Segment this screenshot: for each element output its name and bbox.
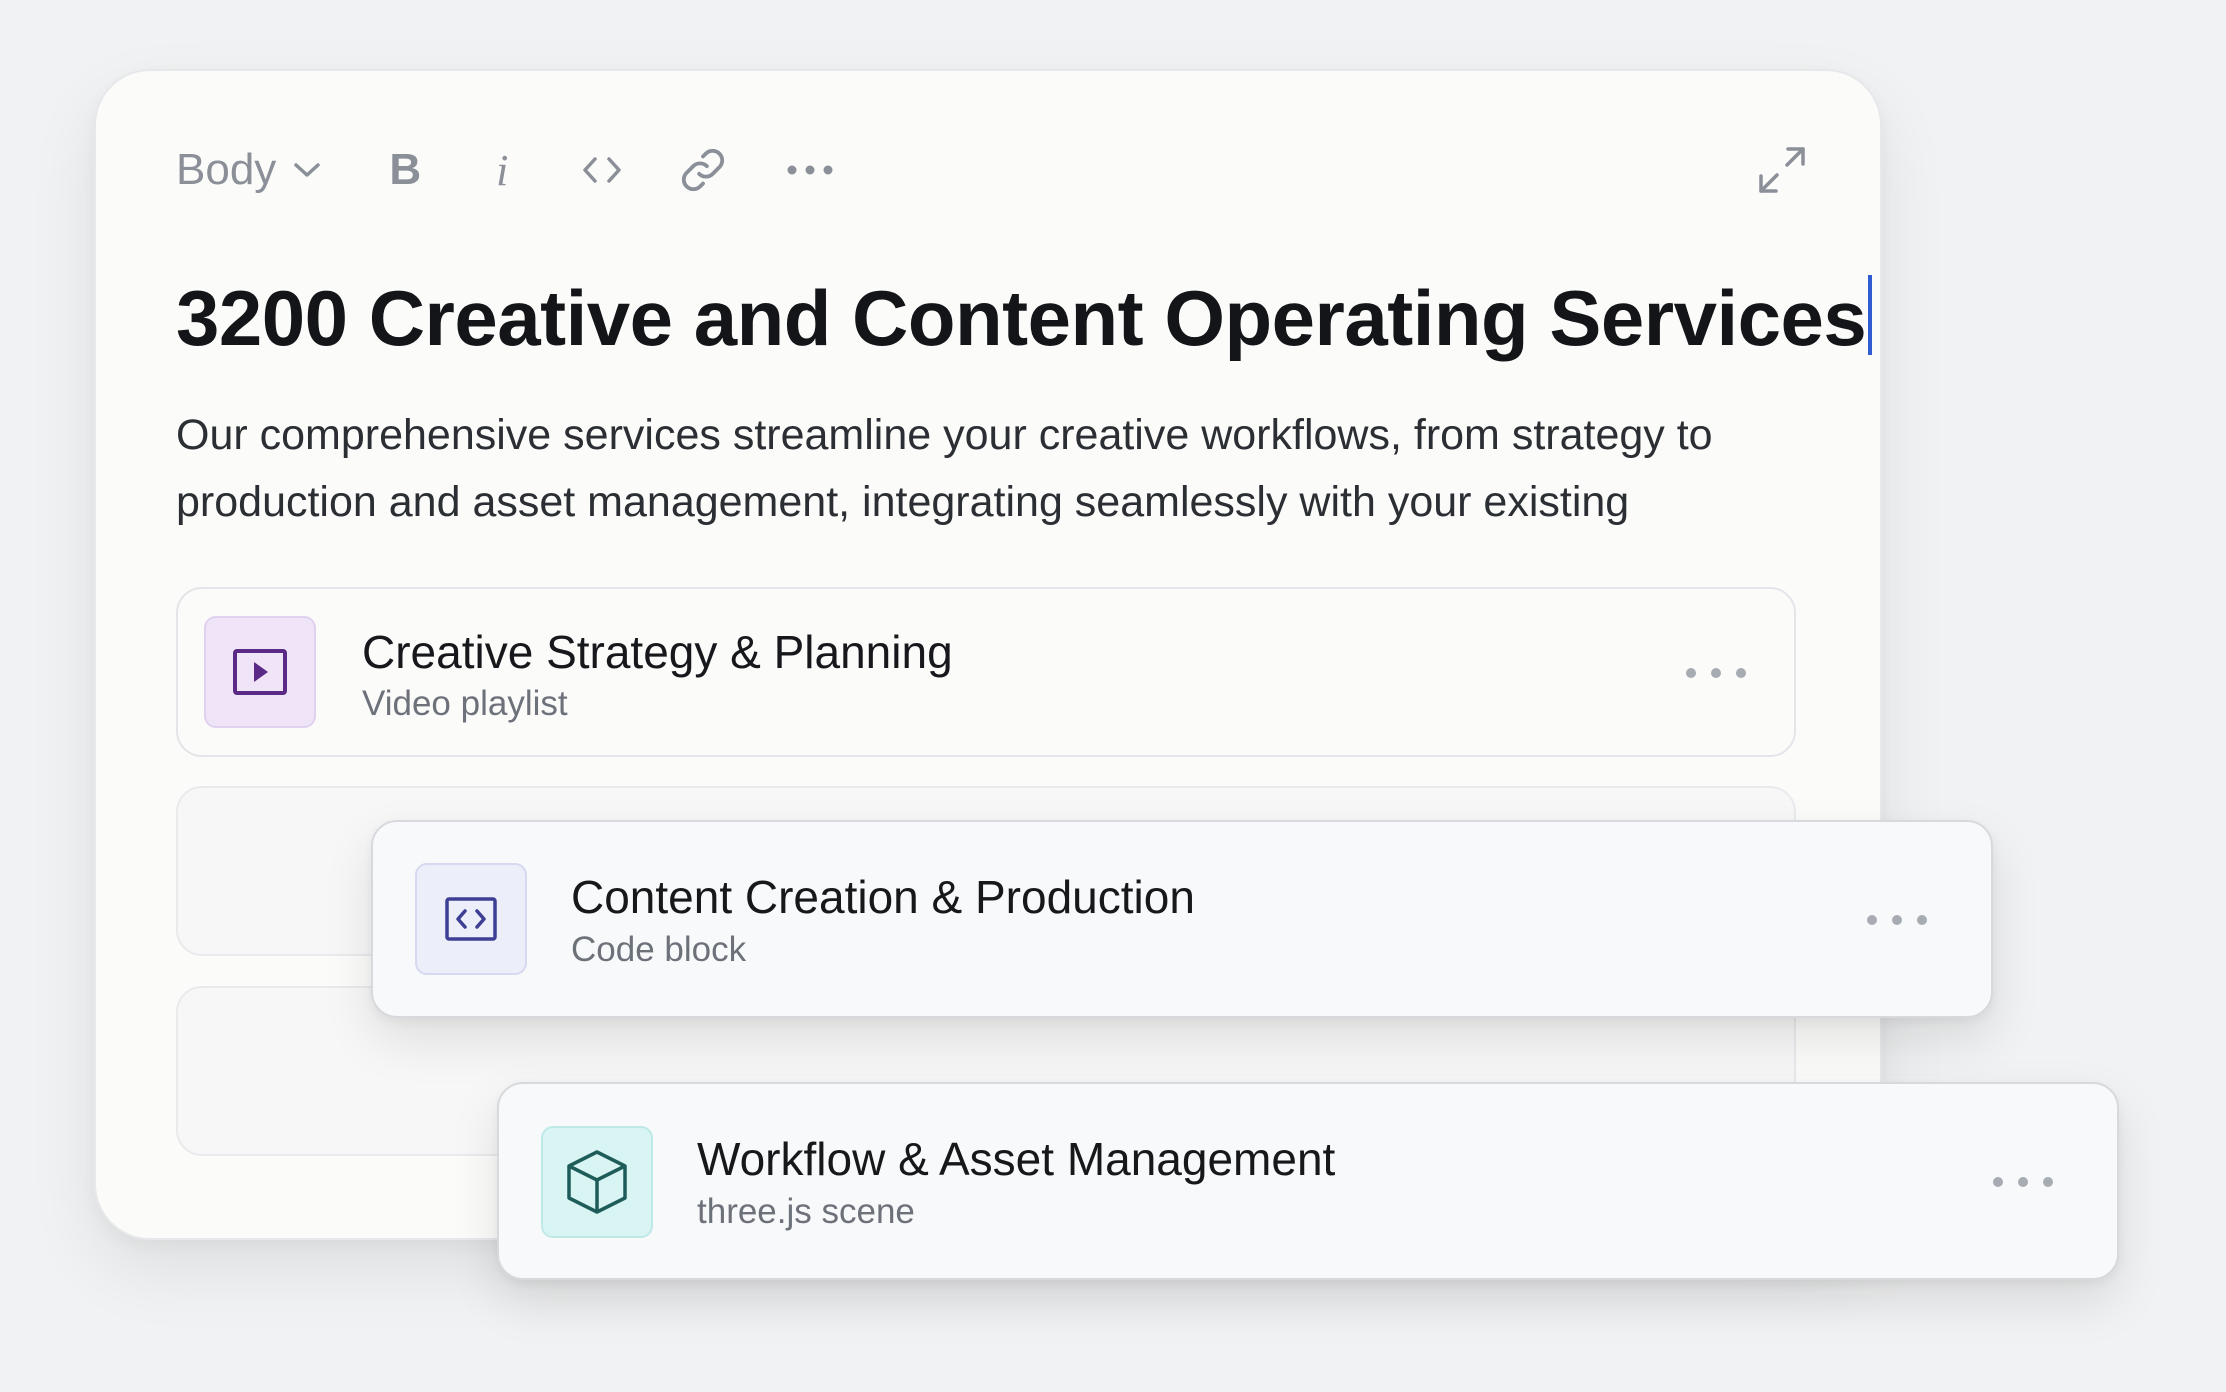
block-icon-tile bbox=[541, 1126, 653, 1238]
block-menu-button[interactable] bbox=[1686, 653, 1746, 693]
block-title: Creative Strategy & Planning bbox=[362, 626, 953, 678]
dot bbox=[1892, 915, 1902, 925]
dot bbox=[1736, 668, 1746, 678]
block-subtitle: Code block bbox=[571, 930, 747, 969]
video-playlist-icon bbox=[233, 649, 287, 695]
bold-button[interactable]: B bbox=[380, 145, 430, 195]
link-icon bbox=[682, 148, 725, 192]
block-subtitle: three.js scene bbox=[697, 1192, 915, 1231]
block-item-creative-strategy[interactable]: Creative Strategy & Planning Video playl… bbox=[176, 587, 1796, 757]
block-title: Workflow & Asset Management bbox=[697, 1133, 1336, 1185]
text-style-label: Body bbox=[176, 145, 277, 194]
block-item-workflow-asset[interactable]: Workflow & Asset Management three.js sce… bbox=[497, 1082, 2119, 1280]
more-icon bbox=[787, 165, 833, 175]
chevron-down-icon bbox=[294, 163, 321, 177]
dot bbox=[1993, 1177, 2003, 1187]
block-icon-tile bbox=[415, 863, 527, 975]
more-options-button[interactable] bbox=[786, 163, 834, 177]
dot bbox=[2043, 1177, 2053, 1187]
document-description[interactable]: Our comprehensive services streamline yo… bbox=[176, 402, 1836, 536]
italic-label: i bbox=[496, 145, 509, 195]
block-subtitle: Video playlist bbox=[362, 684, 568, 723]
block-item-content-creation[interactable]: Content Creation & Production Code block bbox=[371, 820, 1993, 1018]
expand-button[interactable] bbox=[1756, 144, 1808, 196]
expand-icon bbox=[1759, 147, 1805, 193]
cube-icon bbox=[567, 1150, 627, 1214]
italic-button[interactable]: i bbox=[482, 145, 522, 196]
text-style-select[interactable]: Body bbox=[176, 145, 322, 195]
code-icon bbox=[583, 157, 622, 183]
dot bbox=[1867, 915, 1877, 925]
block-menu-button[interactable] bbox=[1993, 1162, 2053, 1202]
dot bbox=[2018, 1177, 2028, 1187]
dot bbox=[1917, 915, 1927, 925]
code-button[interactable] bbox=[582, 155, 622, 185]
block-icon-tile bbox=[204, 616, 316, 728]
document-title-text: 3200 Creative and Content Operating Serv… bbox=[176, 274, 1867, 362]
block-title: Content Creation & Production bbox=[571, 871, 1195, 923]
bold-label: B bbox=[389, 145, 422, 194]
block-menu-button[interactable] bbox=[1867, 900, 1927, 940]
dot bbox=[1686, 668, 1696, 678]
code-block-icon bbox=[445, 897, 497, 941]
formatting-toolbar: Body B i bbox=[176, 130, 834, 210]
link-button[interactable] bbox=[680, 147, 726, 193]
text-caret bbox=[1868, 275, 1873, 355]
document-title[interactable]: 3200 Creative and Content Operating Serv… bbox=[176, 272, 1873, 366]
dot bbox=[1711, 668, 1721, 678]
